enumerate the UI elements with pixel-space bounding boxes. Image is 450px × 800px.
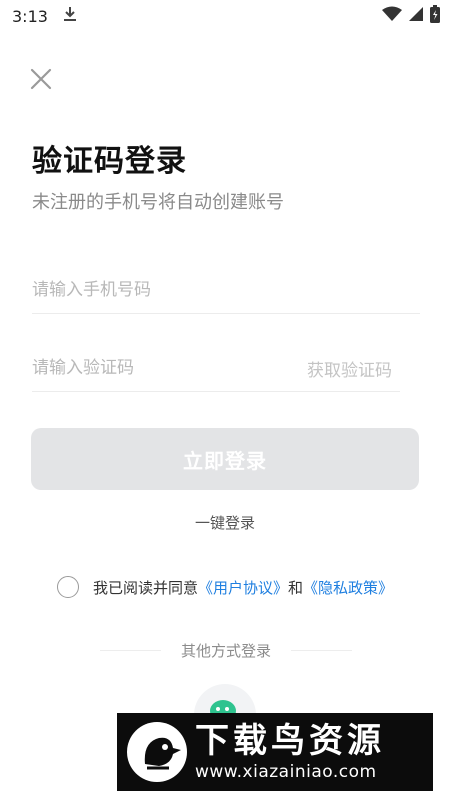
agreement-row: 我已阅读并同意 《用户协议》 和 《隐私政策》: [57, 576, 393, 598]
watermark-brand: 下载鸟资源: [195, 721, 385, 761]
page-subtitle: 未注册的手机号将自动创建账号: [32, 192, 284, 213]
status-bar: 3:13: [0, 0, 450, 32]
status-left: 3:13: [12, 5, 78, 27]
agreement-prefix: 我已阅读并同意: [93, 578, 199, 597]
close-button[interactable]: [28, 66, 54, 92]
battery-icon: [430, 5, 440, 27]
get-code-button[interactable]: 获取验证码: [307, 356, 392, 381]
agreement-checkbox[interactable]: [57, 576, 79, 598]
code-field: 获取验证码: [32, 346, 400, 392]
divider-line-left: [100, 650, 161, 651]
watermark-url: www.xiazainiao.com: [195, 762, 377, 782]
page-title: 验证码登录: [32, 144, 187, 179]
divider-line-right: [291, 650, 353, 651]
user-agreement-link[interactable]: 《用户协议》: [198, 577, 288, 598]
watermark-text: 下载鸟资源 www.xiazainiao.com: [195, 721, 385, 783]
phone-input[interactable]: [32, 268, 420, 312]
one-key-login-link[interactable]: 一键登录: [0, 512, 450, 533]
status-right: [382, 5, 440, 27]
signal-icon: [408, 6, 424, 26]
wifi-icon: [382, 6, 402, 26]
code-input[interactable]: [32, 346, 272, 390]
phone-field: [32, 268, 420, 314]
privacy-policy-link[interactable]: 《隐私政策》: [303, 577, 393, 598]
status-time: 3:13: [12, 6, 48, 26]
watermark-banner: 下载鸟资源 www.xiazainiao.com: [117, 713, 433, 791]
download-icon: [62, 5, 78, 27]
other-login-divider: 其他方式登录: [100, 640, 353, 661]
login-button[interactable]: 立即登录: [31, 428, 419, 490]
other-login-label: 其他方式登录: [181, 642, 272, 660]
agreement-conjunction: 和: [288, 578, 304, 597]
bird-logo-icon: [127, 722, 187, 782]
close-icon: [30, 68, 52, 90]
